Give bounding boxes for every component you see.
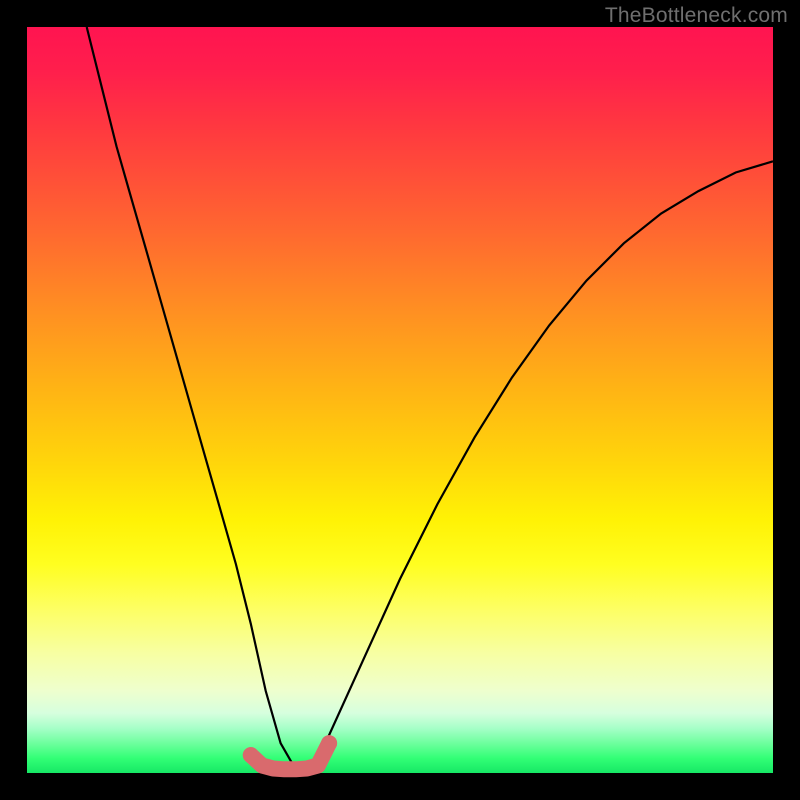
optimal-range-outlier-dot xyxy=(322,736,336,750)
optimal-range-endpoint xyxy=(243,747,259,763)
optimal-range-path xyxy=(251,743,329,769)
curve-layer xyxy=(27,27,773,773)
bottleneck-curve xyxy=(87,27,773,769)
plot-area xyxy=(27,27,773,773)
optimal-range-markers xyxy=(243,735,337,769)
chart-stage: TheBottleneck.com xyxy=(0,0,800,800)
watermark-text: TheBottleneck.com xyxy=(605,4,788,28)
